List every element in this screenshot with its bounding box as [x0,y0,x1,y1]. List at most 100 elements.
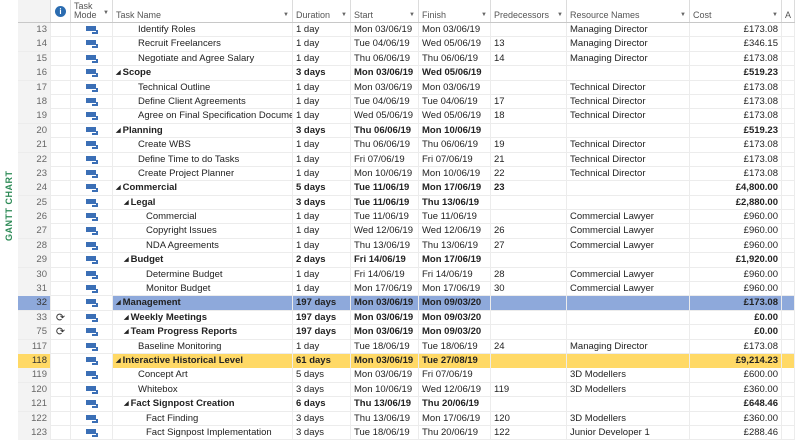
table-row[interactable]: 118 ◢ Interactive Historical Level 61 days M… [18,353,795,369]
table-row[interactable]: 20 ◢ Planning 3 days Thu 06/06/19 Mon 10/06/1… [18,123,795,139]
start-cell[interactable]: Mon 03/06/19 [351,310,419,325]
row-id-cell[interactable]: 23 [18,166,51,181]
finish-cell[interactable]: Wed 12/06/19 [419,382,491,397]
duration-cell[interactable]: 1 day [293,166,351,181]
task-name-cell[interactable]: ◢ Commercial [113,181,293,196]
duration-cell[interactable]: 1 day [293,210,351,225]
finish-cell[interactable]: Thu 13/06/19 [419,195,491,210]
row-id-cell[interactable]: 118 [18,353,51,368]
predecessors-cell[interactable] [491,66,567,81]
row-id-cell[interactable]: 14 [18,37,51,52]
start-cell[interactable]: Mon 03/06/19 [351,353,419,368]
chevron-down-icon[interactable]: ▼ [557,12,563,18]
table-row[interactable]: 22 Define Time to do Tasks 1 day Fri 07/06/… [18,152,795,167]
start-cell[interactable]: Tue 11/06/19 [351,195,419,210]
finish-cell[interactable]: Thu 13/06/19 [419,238,491,253]
extra-cell[interactable] [782,339,795,354]
extra-cell[interactable] [782,94,795,109]
task-mode-cell[interactable] [71,66,113,81]
finish-cell[interactable]: Mon 17/06/19 [419,253,491,268]
task-name-cell[interactable]: Determine Budget [113,267,293,282]
finish-cell[interactable]: Tue 18/06/19 [419,339,491,354]
row-id-cell[interactable]: 31 [18,282,51,297]
resource-names-cell[interactable]: 3D Modellers [567,368,690,383]
collapse-triangle-icon[interactable]: ◢ [124,401,129,407]
task-name-cell[interactable]: Monitor Budget [113,282,293,297]
column-header-task-mode[interactable]: Task Mode ▼ [71,0,113,22]
extra-cell[interactable] [782,238,795,253]
extra-cell[interactable] [782,152,795,167]
resource-names-cell[interactable]: Technical Director [567,138,690,153]
finish-cell[interactable]: Tue 27/08/19 [419,353,491,368]
duration-cell[interactable]: 1 day [293,138,351,153]
start-cell[interactable]: Mon 03/06/19 [351,325,419,340]
task-name-cell[interactable]: Create WBS [113,138,293,153]
extra-cell[interactable] [782,66,795,81]
duration-cell[interactable]: 3 days [293,195,351,210]
table-row[interactable]: 32 ◢ Management 197 days Mon 03/06/19 Mon 09/… [18,296,795,311]
resource-names-cell[interactable]: Junior Developer 1 [567,425,690,440]
resource-names-cell[interactable]: Commercial Lawyer [567,224,690,239]
task-mode-cell[interactable] [71,368,113,383]
column-header-duration[interactable]: Duration ▼ [293,0,351,22]
collapse-triangle-icon[interactable]: ◢ [124,200,129,206]
extra-cell[interactable] [782,195,795,210]
duration-cell[interactable]: 3 days [293,411,351,426]
cost-cell[interactable]: £173.08 [690,80,782,95]
duration-cell[interactable]: 1 day [293,267,351,282]
column-header-finish[interactable]: Finish ▼ [419,0,491,22]
collapse-triangle-icon[interactable]: ◢ [116,128,121,134]
resource-names-cell[interactable]: Technical Director [567,152,690,167]
resource-names-cell[interactable] [567,66,690,81]
task-name-cell[interactable]: Negotiate and Agree Salary [113,51,293,66]
task-name-cell[interactable]: Recruit Freelancers [113,37,293,52]
finish-cell[interactable]: Thu 06/06/19 [419,51,491,66]
task-mode-cell[interactable] [71,238,113,253]
predecessors-cell[interactable] [491,353,567,368]
table-row[interactable]: 13 Identify Roles 1 day Mon 03/06/19 Mon 03/… [18,23,795,38]
predecessors-cell[interactable]: 122 [491,425,567,440]
column-header-indicators[interactable]: i [51,0,71,22]
table-row[interactable]: 28 NDA Agreements 1 day Thu 13/06/19 Thu 13/… [18,238,795,254]
row-id-cell[interactable]: 18 [18,94,51,109]
task-mode-cell[interactable] [71,51,113,66]
task-name-cell[interactable]: Baseline Monitoring [113,339,293,354]
duration-cell[interactable]: 1 day [293,109,351,124]
duration-cell[interactable]: 2 days [293,253,351,268]
duration-cell[interactable]: 1 day [293,238,351,253]
start-cell[interactable]: Mon 10/06/19 [351,382,419,397]
cost-cell[interactable]: £960.00 [690,267,782,282]
start-cell[interactable]: Mon 03/06/19 [351,296,419,311]
extra-cell[interactable] [782,210,795,225]
task-mode-cell[interactable] [71,382,113,397]
table-row[interactable]: 17 Technical Outline 1 day Mon 03/06/19 Mon … [18,80,795,95]
task-name-cell[interactable]: Whitebox [113,382,293,397]
predecessors-cell[interactable] [491,310,567,325]
cost-cell[interactable]: £173.08 [690,138,782,153]
row-id-cell[interactable]: 122 [18,411,51,426]
cost-cell[interactable]: £173.08 [690,296,782,311]
task-name-cell[interactable]: ◢ Budget [113,253,293,268]
task-name-cell[interactable]: ◢ Planning [113,123,293,138]
resource-names-cell[interactable] [567,253,690,268]
extra-cell[interactable] [782,397,795,412]
cost-cell[interactable]: £173.08 [690,23,782,37]
table-row[interactable]: 27 Copyright Issues 1 day Wed 12/06/19 Wed 1… [18,224,795,239]
task-mode-cell[interactable] [71,23,113,37]
task-mode-cell[interactable] [71,195,113,210]
row-id-cell[interactable]: 121 [18,397,51,412]
table-row[interactable]: 15 Negotiate and Agree Salary 1 day Thu 06/… [18,51,795,67]
duration-cell[interactable]: 5 days [293,181,351,196]
resource-names-cell[interactable]: Managing Director [567,37,690,52]
predecessors-cell[interactable] [491,368,567,383]
predecessors-cell[interactable] [491,123,567,138]
row-id-cell[interactable]: 75 [18,325,51,340]
table-row[interactable]: 24 ◢ Commercial 5 days Tue 11/06/19 Mon 17/06… [18,181,795,196]
chevron-down-icon[interactable]: ▼ [680,12,686,18]
finish-cell[interactable]: Fri 14/06/19 [419,267,491,282]
task-name-cell[interactable]: ◢ Management [113,296,293,311]
cost-cell[interactable]: £4,800.00 [690,181,782,196]
predecessors-cell[interactable]: 18 [491,109,567,124]
resource-names-cell[interactable]: Managing Director [567,339,690,354]
resource-names-cell[interactable]: Commercial Lawyer [567,267,690,282]
